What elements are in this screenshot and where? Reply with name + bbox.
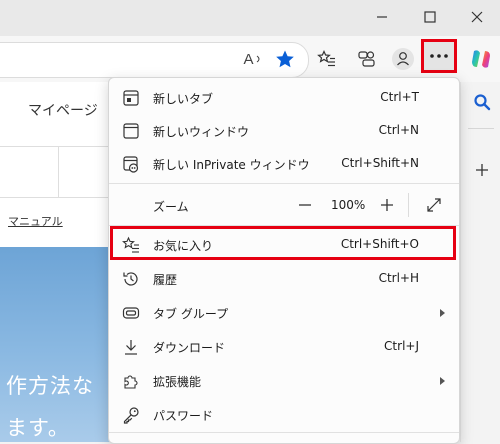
manual-link[interactable]: マニュアル [8, 213, 63, 229]
read-aloud-button[interactable]: A [238, 44, 268, 74]
history-icon [121, 269, 141, 289]
divider [58, 146, 59, 197]
menu-item-history[interactable]: 履歴 Ctrl+H [109, 262, 459, 296]
full-screen-button[interactable] [422, 193, 446, 217]
collections-icon [358, 51, 375, 67]
settings-and-more-button[interactable] [421, 39, 457, 73]
mypage-link[interactable]: マイページ [28, 100, 98, 120]
key-icon [121, 405, 141, 425]
minus-icon [299, 204, 311, 206]
maximize-button[interactable] [411, 0, 449, 34]
settings-menu: 新しいタブ Ctrl+T 新しいウィンドウ Ctrl+N 新しい InPriva… [108, 77, 460, 444]
submenu-arrow-icon [440, 377, 445, 385]
plus-icon [476, 164, 488, 176]
zoom-value: 100% [331, 198, 366, 212]
menu-item-extensions[interactable]: 拡張機能 [109, 364, 459, 398]
collections-button[interactable] [352, 44, 382, 74]
menu-divider [109, 432, 459, 433]
favorite-star-button[interactable] [270, 44, 300, 74]
download-icon [121, 337, 141, 357]
menu-item-label: ダウンロード [153, 341, 226, 355]
sidebar-add-button[interactable] [470, 158, 494, 182]
favorites-toolbar-button[interactable] [312, 44, 342, 74]
menu-item-label: 新しい InPrivate ウィンドウ [153, 158, 310, 172]
zoom-in-button[interactable] [375, 193, 399, 217]
read-aloud-wave-icon [256, 55, 259, 63]
favorites-list-icon [317, 50, 335, 67]
menu-item-shortcut: Ctrl+T [380, 90, 419, 104]
close-window-button[interactable] [458, 0, 496, 34]
read-aloud-icon: A [243, 50, 254, 68]
copilot-button[interactable] [466, 44, 496, 74]
menu-item-new-tab[interactable]: 新しいタブ Ctrl+T [109, 81, 459, 115]
favorites-highlight-box [110, 226, 456, 260]
new-window-icon [121, 121, 141, 141]
menu-item-passwords[interactable]: パスワード [109, 398, 459, 432]
zoom-label: ズーム [153, 200, 189, 214]
menu-item-label: タブ グループ [153, 307, 229, 321]
menu-item-label: 新しいウィンドウ [153, 125, 250, 139]
new-tab-icon [121, 88, 141, 108]
zoom-out-button[interactable] [293, 193, 317, 217]
submenu-arrow-icon [440, 309, 445, 317]
menu-item-shortcut: Ctrl+J [384, 339, 419, 353]
copilot-icon [472, 50, 490, 68]
menu-item-shortcut: Ctrl+Shift+N [341, 156, 419, 170]
menu-item-label: 拡張機能 [153, 375, 202, 389]
search-icon [474, 94, 491, 111]
maximize-icon [424, 11, 436, 23]
title-bar [0, 0, 500, 36]
menu-item-shortcut: Ctrl+H [378, 271, 419, 285]
minimize-icon [377, 16, 387, 18]
menu-item-label: パスワード [153, 409, 214, 423]
extensions-puzzle-icon [121, 371, 141, 391]
menu-item-label: 履歴 [153, 273, 178, 287]
menu-item-shortcut: Ctrl+N [378, 123, 419, 137]
avatar-icon [392, 48, 414, 70]
menu-divider [109, 183, 459, 184]
menu-item-zoom: ズーム 100% [109, 187, 459, 223]
plus-icon [381, 199, 393, 211]
divider [408, 193, 409, 217]
menu-item-new-inprivate[interactable]: 新しい InPrivate ウィンドウ Ctrl+Shift+N [109, 147, 459, 181]
menu-item-downloads[interactable]: ダウンロード Ctrl+J [109, 330, 459, 364]
menu-item-label: 新しいタブ [153, 92, 214, 106]
expand-icon [427, 198, 441, 212]
divider [468, 128, 494, 129]
sidebar-search-button[interactable] [470, 90, 494, 114]
menu-item-new-window[interactable]: 新しいウィンドウ Ctrl+N [109, 114, 459, 148]
close-icon [471, 11, 483, 23]
tab-groups-icon [121, 303, 141, 323]
hero-text: 作方法な [6, 374, 94, 398]
menu-item-tab-groups[interactable]: タブ グループ [109, 296, 459, 330]
edge-sidebar [460, 82, 500, 442]
inprivate-icon [121, 154, 141, 174]
star-filled-icon [276, 50, 294, 68]
profile-button[interactable] [388, 44, 418, 74]
minimize-button[interactable] [363, 0, 401, 34]
ellipsis-icon [430, 54, 448, 58]
hero-text: ます。 [6, 416, 70, 440]
